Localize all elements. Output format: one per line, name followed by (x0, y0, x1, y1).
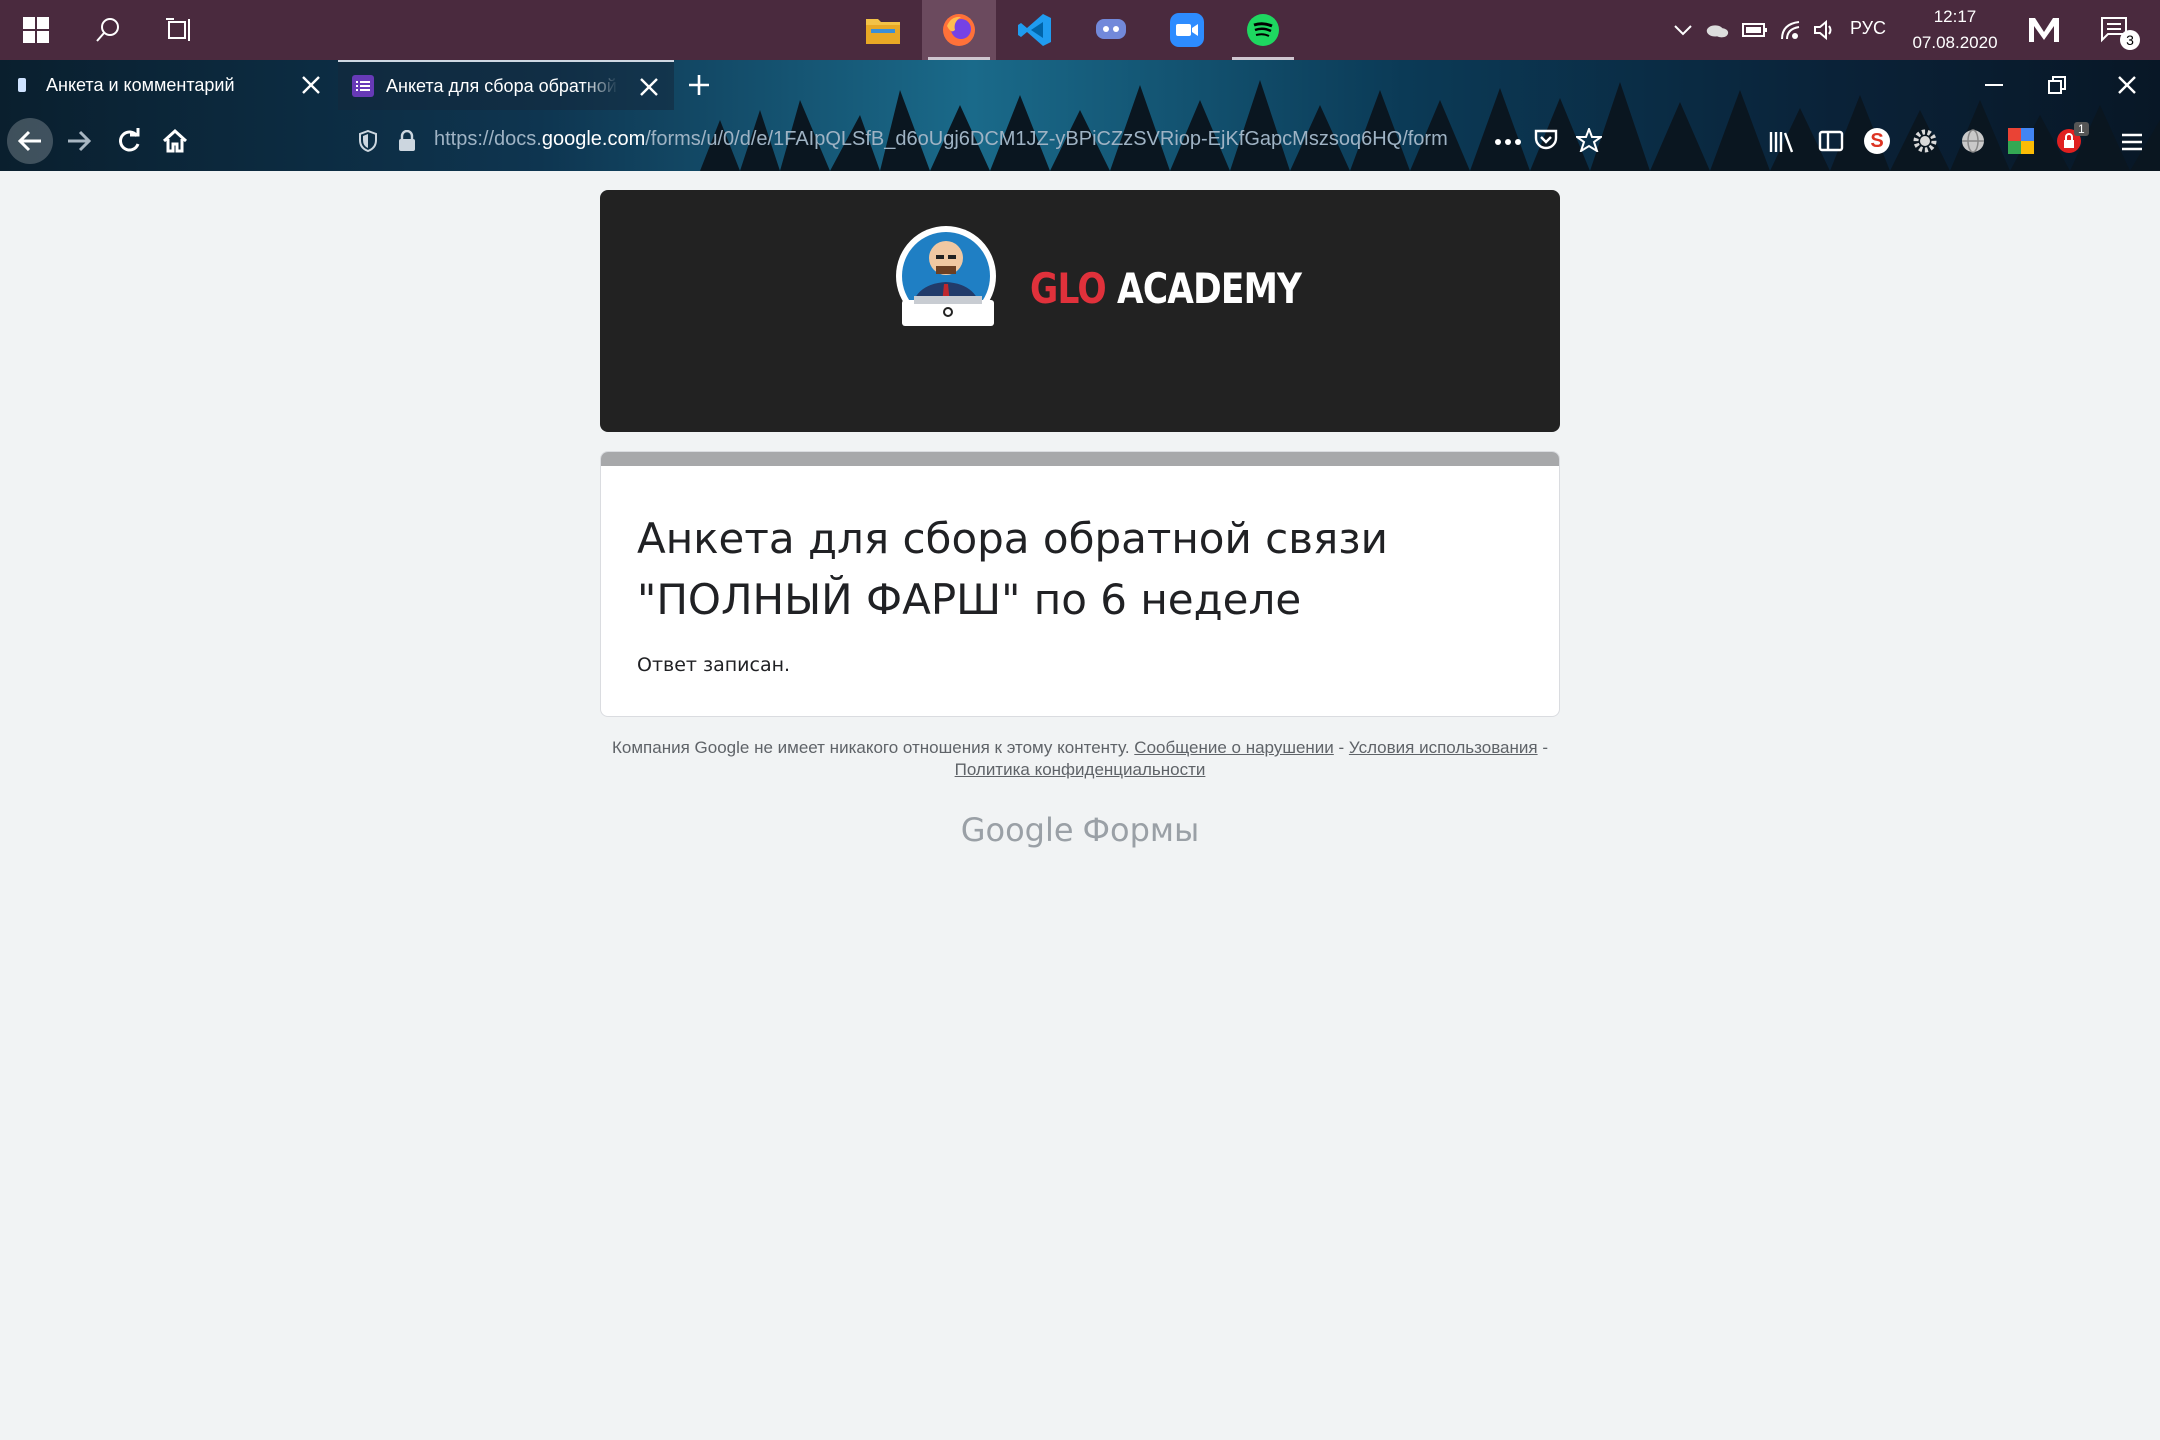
action-center-button[interactable]: 3 (2090, 0, 2140, 60)
report-abuse-link[interactable]: Сообщение о нарушении (1134, 738, 1334, 757)
wordmark-glo: GLO (1030, 264, 1107, 313)
taskbar-file-explorer[interactable] (846, 0, 920, 60)
form-response-card: Анкета для сбора обратной связи "ПОЛНЫЙ … (600, 451, 1560, 717)
tab-feedback-form[interactable]: Анкета для сбора обратной связи (338, 60, 674, 110)
bookmark-star-icon[interactable] (1576, 128, 1602, 152)
url-path: /forms/u/0/d/e/1FAIpQLSfB_d6oUgj6DCM1JZ-… (645, 128, 1448, 150)
windows-logo-icon (23, 17, 49, 43)
language-indicator[interactable]: РУС (1850, 18, 1886, 39)
sidebar-icon[interactable] (1818, 130, 1844, 152)
spotify-icon (1247, 14, 1279, 46)
home-icon (162, 128, 188, 153)
m-logo-icon (2029, 18, 2059, 42)
globe-icon[interactable] (1960, 128, 1986, 154)
settings-gear-icon[interactable] (1912, 128, 1938, 154)
google-forms-logo[interactable]: Google Формы (600, 811, 1560, 849)
blocker-extension-button[interactable]: 1 (2056, 122, 2089, 156)
task-view-icon (166, 18, 190, 41)
taskbar-zoom[interactable] (1150, 0, 1224, 60)
firefox-icon (943, 14, 975, 46)
forms-wordmark: Формы (1082, 811, 1200, 849)
arrow-right-icon (68, 130, 92, 152)
close-window-button[interactable] (2094, 60, 2160, 110)
page-actions-more-icon[interactable] (1494, 138, 1522, 146)
terms-link[interactable]: Условия использования (1349, 738, 1538, 757)
glo-academy-wordmark: GLO ACADEMY (1030, 264, 1302, 313)
onedrive-cloud-icon[interactable] (1704, 18, 1730, 42)
url-prefix: https://docs. (434, 128, 542, 150)
google-translate-icon[interactable] (2008, 128, 2034, 154)
restore-icon (2048, 76, 2066, 94)
wordmark-academy: ACADEMY (1116, 264, 1302, 313)
restore-button[interactable] (2026, 60, 2088, 110)
task-view-button[interactable] (152, 0, 208, 60)
forward-button[interactable] (56, 118, 102, 164)
navigation-toolbar: https://docs.google.com/forms/u/0/d/e/1F… (0, 112, 2160, 171)
response-recorded-message: Ответ записан. (637, 654, 791, 676)
pocket-icon[interactable] (1534, 129, 1558, 151)
tab-close-icon[interactable] (638, 76, 660, 98)
tab-title: Анкета и комментарий (46, 74, 235, 95)
form-footer: Компания Google не имеет никакого отноше… (600, 737, 1560, 781)
google-forms-favicon-icon (352, 75, 374, 97)
tray-overflow-chevron-icon[interactable] (1670, 18, 1696, 42)
back-button[interactable] (7, 118, 53, 164)
vscode-icon (1018, 14, 1051, 46)
start-button[interactable] (0, 0, 72, 60)
battery-icon[interactable] (1742, 18, 1768, 42)
tab-close-icon[interactable] (300, 74, 322, 96)
folder-icon (866, 19, 900, 44)
glo-academy-mascot-logo (896, 226, 996, 326)
tab-strip: Анкета и комментарий Анкета для сбора об… (0, 60, 2160, 110)
new-tab-button[interactable] (682, 68, 716, 102)
extension-badge: 1 (2074, 122, 2089, 136)
privacy-policy-link[interactable]: Политика конфиденциальности (955, 760, 1206, 779)
taskbar-vscode[interactable] (998, 0, 1072, 60)
search-button[interactable] (80, 0, 136, 60)
minimize-button[interactable] (1964, 60, 2024, 110)
minimize-icon (1985, 84, 2003, 86)
volume-icon[interactable] (1812, 18, 1838, 42)
form-title: Анкета для сбора обратной связи "ПОЛНЫЙ … (637, 514, 1388, 624)
card-accent-bar (601, 452, 1559, 466)
s-extension-icon[interactable]: S (1864, 128, 1890, 154)
taskbar-discord[interactable] (1074, 0, 1148, 60)
footer-separator: - (1333, 738, 1349, 757)
clock-date: 07.08.2020 (1912, 33, 1998, 52)
clock[interactable]: 12:17 07.08.2020 (1900, 4, 2010, 56)
m-app-button[interactable] (2020, 0, 2068, 60)
clock-time: 12:17 (1933, 7, 1977, 26)
notification-count-badge: 3 (2120, 30, 2140, 50)
hamburger-menu-icon[interactable] (2120, 132, 2144, 152)
plus-icon (689, 75, 709, 95)
reload-icon (119, 128, 140, 152)
tab-anketa-comment[interactable]: Анкета и комментарий (0, 60, 336, 110)
browser-chrome: Анкета и комментарий Анкета для сбора об… (0, 60, 2160, 171)
footer-separator: - (1537, 738, 1548, 757)
discord-icon (1096, 19, 1126, 39)
close-icon (2118, 76, 2136, 94)
reload-button[interactable] (106, 118, 152, 164)
wifi-icon[interactable] (1778, 18, 1804, 42)
google-wordmark: Google (960, 811, 1074, 849)
taskbar-firefox[interactable] (922, 0, 996, 60)
home-button[interactable] (152, 118, 198, 164)
tab-favicon-icon (18, 78, 26, 92)
address-bar[interactable]: https://docs.google.com/forms/u/0/d/e/1F… (346, 116, 1602, 166)
tab-title: Анкета для сбора обратной связи (386, 75, 618, 96)
tracking-protection-shield-icon[interactable] (358, 130, 378, 152)
windows-taskbar: РУС 12:17 07.08.2020 3 (0, 0, 2160, 60)
url-domain: google.com (541, 128, 646, 150)
footer-disclaimer: Компания Google не имеет никакого отноше… (612, 738, 1130, 757)
taskbar-spotify[interactable] (1226, 0, 1300, 60)
url-text[interactable]: https://docs.google.com/forms/u/0/d/e/1F… (434, 128, 1474, 151)
search-icon (96, 18, 119, 42)
form-header-banner: GLO ACADEMY (600, 190, 1560, 432)
zoom-icon (1170, 13, 1204, 47)
library-icon[interactable] (1768, 130, 1794, 154)
form-page: GLO ACADEMY Анкета для сбора обратной св… (0, 171, 2160, 1440)
arrow-left-icon (17, 130, 41, 152)
padlock-icon[interactable] (398, 130, 416, 152)
